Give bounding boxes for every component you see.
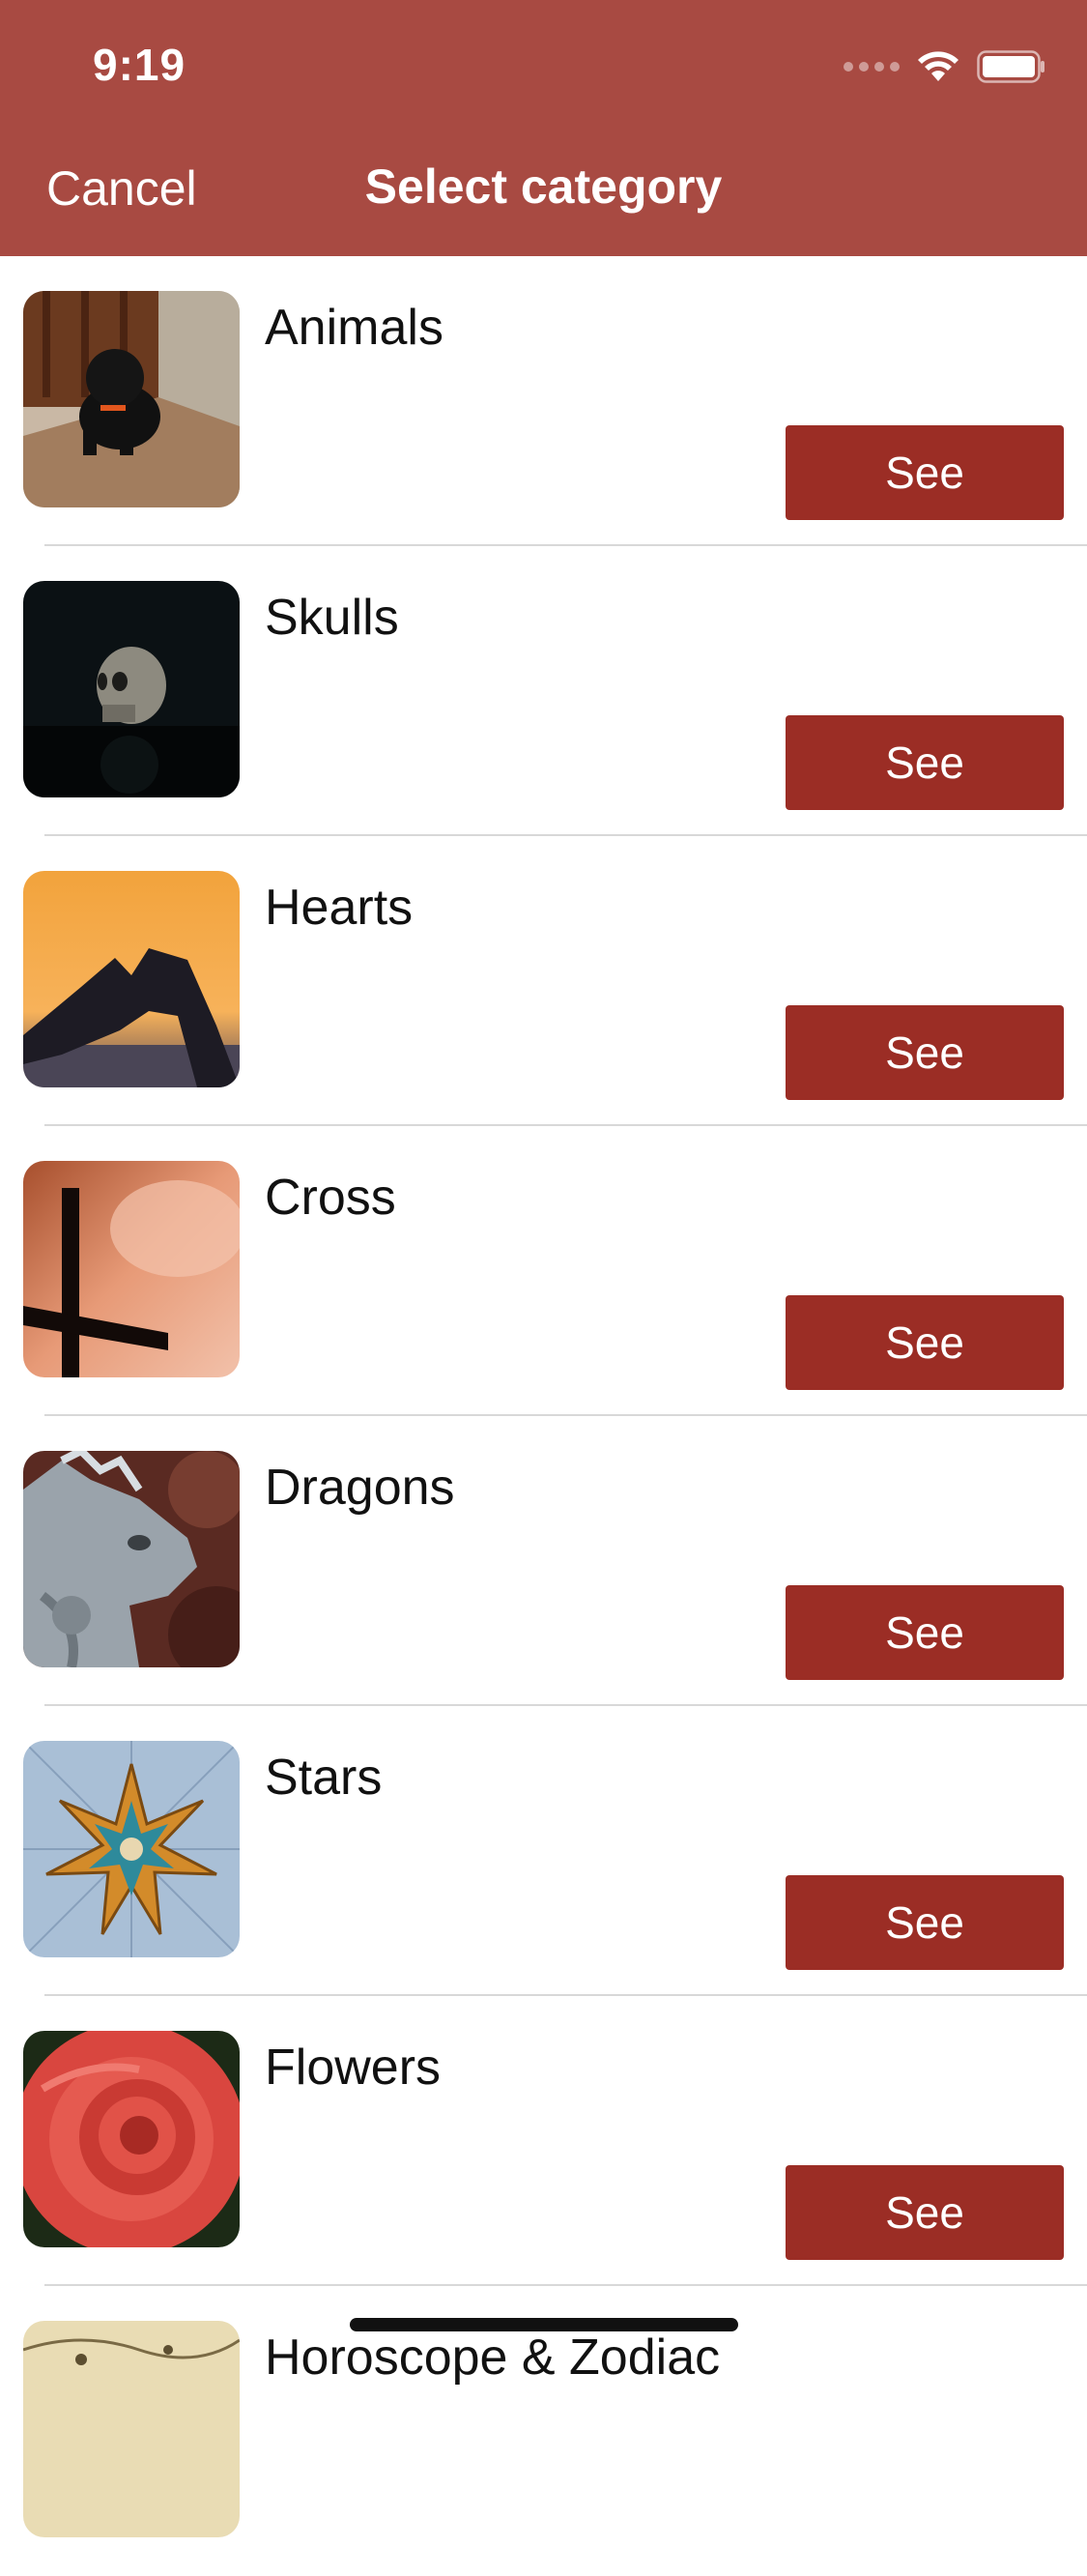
category-label: Skulls: [265, 590, 399, 646]
see-button[interactable]: See: [786, 1295, 1064, 1390]
category-label: Hearts: [265, 880, 414, 936]
category-label: Horoscope & Zodiac: [265, 2330, 721, 2386]
list-item[interactable]: Animals See: [0, 256, 1087, 546]
category-image: [23, 2031, 240, 2247]
category-image: [23, 1741, 240, 1957]
list-item[interactable]: Cross See: [0, 1126, 1087, 1416]
category-image: [23, 291, 240, 507]
see-button[interactable]: See: [786, 1585, 1064, 1680]
category-list: Animals See Skulls See Hearts See Cross …: [0, 256, 1087, 2576]
see-button[interactable]: See: [786, 425, 1064, 520]
see-button[interactable]: See: [786, 1005, 1064, 1100]
category-label: Animals: [265, 300, 443, 356]
list-item[interactable]: Dragons See: [0, 1416, 1087, 1706]
list-item[interactable]: Hearts See: [0, 836, 1087, 1126]
category-image: [23, 871, 240, 1087]
category-label: Flowers: [265, 2040, 442, 2096]
category-image: [23, 581, 240, 797]
see-button[interactable]: See: [786, 715, 1064, 810]
category-label: Stars: [265, 1750, 383, 1806]
see-button[interactable]: See: [786, 1875, 1064, 1970]
status-time: 9:19: [93, 40, 186, 90]
category-label: Cross: [265, 1170, 396, 1226]
cellular-signal-icon: [844, 62, 900, 72]
list-item[interactable]: Flowers See: [0, 1996, 1087, 2286]
home-indicator: [350, 2318, 738, 2331]
category-image: [23, 1451, 240, 1667]
status-icons: [844, 44, 1046, 89]
see-button[interactable]: See: [786, 2165, 1064, 2260]
list-item[interactable]: Stars See: [0, 1706, 1087, 1996]
navigation-header: 9:19 Cancel Select category: [0, 0, 1087, 256]
category-image: [23, 1161, 240, 1377]
list-item[interactable]: Skulls See: [0, 546, 1087, 836]
page-title: Select category: [364, 159, 723, 214]
wifi-icon: [917, 50, 959, 83]
battery-icon: [977, 50, 1046, 83]
category-image: [23, 2321, 240, 2537]
category-label: Dragons: [265, 1460, 455, 1516]
